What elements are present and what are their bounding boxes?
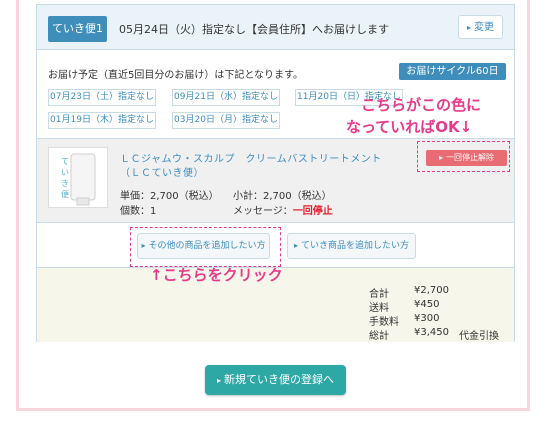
payment-method: 代金引換	[459, 331, 499, 342]
chevron-right-icon: ▸	[466, 23, 471, 32]
card-header: ていき便1 05月24日（火）指定なし【会員住所】へお届けします ▸ 変更	[37, 5, 514, 50]
add-other-product-button[interactable]: ▸ その他の商品を追加したい方	[137, 233, 270, 259]
register-new-teiki-button[interactable]: ▸ 新規ていき便の登録へ	[205, 365, 346, 395]
teiki-card: ていき便1 05月24日（火）指定なし【会員住所】へお届けします ▸ 変更 お届け…	[36, 4, 515, 342]
change-button-label: 変更	[474, 22, 494, 33]
add-teiki-product-button[interactable]: ▸ ていき商品を追加したい方	[287, 233, 416, 259]
svg-text:て: て	[61, 157, 69, 166]
message-label: メッセージ：	[233, 206, 293, 217]
chevron-right-icon: ▸	[141, 241, 146, 250]
svg-text:便: 便	[61, 189, 69, 199]
subtotal: 小計：2,700（税込）	[233, 191, 332, 202]
svg-text:い: い	[61, 168, 69, 177]
add-other-product-label: その他の商品を追加したい方	[148, 241, 266, 251]
color-note-line2: なっていればOK↓	[346, 118, 473, 136]
pause-release-label: 一回停止解除	[446, 153, 494, 162]
delivery-date: 07月23日（土）指定なし	[48, 89, 156, 106]
delivery-date: 09月21日（水）指定なし	[172, 89, 280, 106]
unit-price: 単価：2,700（税込）	[120, 191, 219, 202]
svg-text:き: き	[61, 179, 69, 188]
cycle-badge: お届けサイクル60日	[399, 63, 506, 80]
change-button[interactable]: ▸ 変更	[458, 15, 503, 39]
fee-value: ¥300	[414, 313, 440, 324]
delivery-date: 03月20日（月）指定なし	[172, 112, 280, 129]
schedule-intro: お届け予定（直近5回目分のお届け）は下記となります。	[48, 70, 304, 81]
delivery-date: 01月19日（木）指定なし	[48, 112, 156, 129]
product-name[interactable]: ＬＣジャムウ・スカルプ クリームバストリートメント（ＬＣていき便）	[120, 153, 400, 181]
product-image: て い き 便	[48, 147, 108, 208]
click-note: ↑こちらをクリック	[150, 266, 283, 284]
chevron-right-icon: ▸	[216, 376, 221, 385]
color-note-line1: こちらがこの色に	[361, 96, 482, 114]
fee-label: 手数料	[369, 317, 399, 328]
shipping-value: ¥450	[414, 299, 440, 310]
pause-release-button[interactable]: ▸ 一回停止解除	[426, 150, 507, 166]
chevron-right-icon: ▸	[438, 153, 443, 162]
delivery-text: 05月24日（火）指定なし【会員住所】へお届けします	[119, 23, 389, 36]
quantity: 個数：1	[120, 206, 157, 217]
add-teiki-product-label: ていき商品を追加したい方	[301, 241, 410, 251]
total-label: 合計	[369, 289, 389, 300]
chevron-right-icon: ▸	[293, 241, 298, 250]
message: メッセージ：一回停止	[233, 202, 333, 217]
teiki-tag: ていき便1	[48, 16, 107, 42]
total-value: ¥2,700	[414, 285, 449, 296]
grand-total-label: 総計	[369, 331, 389, 342]
grand-total-value: ¥3,450	[414, 327, 449, 338]
register-button-label: 新規ていき便の登録へ	[224, 373, 334, 386]
shipping-label: 送料	[369, 303, 389, 314]
message-value: 一回停止	[292, 206, 333, 217]
